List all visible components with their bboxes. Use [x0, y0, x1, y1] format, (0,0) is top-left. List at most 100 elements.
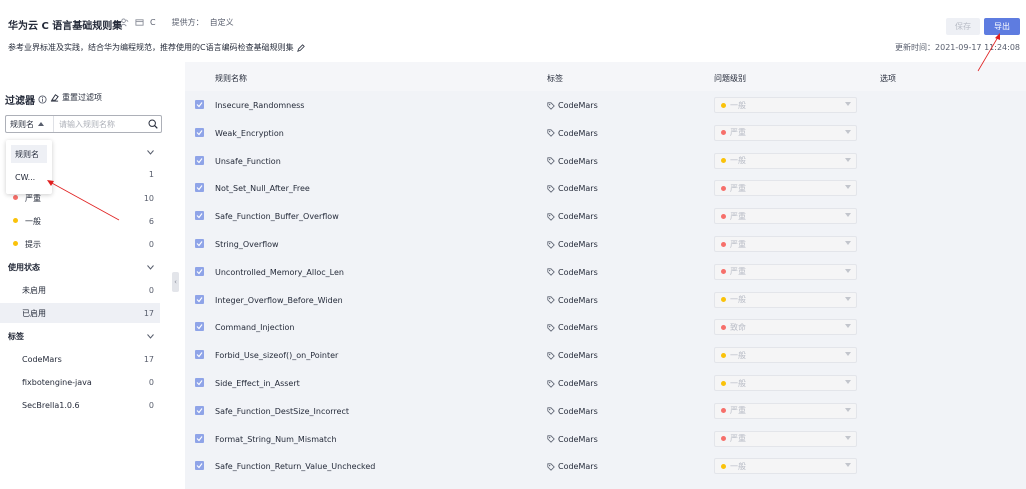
search-select-value: 规则名 — [10, 119, 34, 129]
rule-tag[interactable]: CodeMars — [547, 129, 598, 138]
severity-select[interactable]: 致命 — [714, 319, 857, 336]
severity-select[interactable]: 严重 — [714, 180, 857, 197]
severity-select[interactable]: 严重 — [714, 236, 857, 252]
row-checkbox[interactable] — [195, 350, 204, 360]
tag-count: 17 — [143, 354, 154, 364]
severity-select[interactable]: 一般 — [714, 347, 857, 364]
check-icon — [196, 213, 203, 219]
caret-down-icon — [845, 268, 851, 273]
severity-select[interactable]: 严重 — [714, 402, 857, 419]
search-icon — [148, 119, 158, 129]
export-button[interactable]: 导出 — [984, 18, 1020, 35]
sidebar-collapse-handle[interactable]: ‹ — [172, 272, 179, 292]
severity-count: 10 — [143, 193, 154, 203]
check-icon — [196, 352, 203, 358]
rule-tag[interactable]: CodeMars — [547, 212, 598, 221]
tag-icon — [547, 213, 555, 221]
row-checkbox[interactable] — [195, 461, 204, 471]
rule-tag[interactable]: CodeMars — [547, 462, 598, 471]
table-row[interactable]: Insecure_Randomness CodeMars 一般 — [185, 91, 1026, 119]
table-row[interactable]: Side_Effect_in_Assert CodeMars 一般 — [185, 369, 1026, 397]
severity-select[interactable]: 一般 — [714, 375, 857, 391]
table-row[interactable]: Unsafe_Function CodeMars 一般 — [185, 147, 1026, 175]
severity-select[interactable]: 一般 — [714, 152, 857, 169]
severity-dot — [721, 185, 726, 191]
row-checkbox[interactable] — [195, 378, 204, 387]
severity-select[interactable]: 严重 — [714, 430, 857, 447]
save-button[interactable]: 保存 — [946, 18, 980, 35]
row-checkbox[interactable] — [195, 294, 204, 304]
table-row[interactable]: String_Overflow CodeMars 严重 — [185, 230, 1026, 258]
row-checkbox[interactable] — [195, 100, 204, 109]
row-checkbox[interactable] — [195, 405, 204, 415]
row-checkbox[interactable] — [195, 211, 204, 221]
table-row[interactable]: Safe_Function_Buffer_Overflow CodeMars 严重 — [185, 202, 1026, 230]
tag-item-fixbotengine-java[interactable]: fixbotengine-java 0 — [0, 372, 160, 392]
rule-tag[interactable]: CodeMars — [547, 184, 598, 193]
severity-dot — [721, 324, 726, 330]
severity-select[interactable]: 严重 — [714, 263, 857, 280]
table-row[interactable]: Weak_Encryption CodeMars 严重 — [185, 119, 1026, 147]
table-row[interactable]: Command_Injection CodeMars 致命 — [185, 313, 1026, 341]
status-section-header[interactable]: 使用状态 — [0, 257, 160, 277]
tag-item-secbrella[interactable]: SecBrella1.0.6 0 — [0, 395, 160, 415]
table-row[interactable]: Safe_Function_Return_Value_Unchecked Code… — [185, 452, 1026, 480]
severity-item-normal[interactable]: 一般 6 — [0, 211, 160, 231]
rule-tag[interactable]: CodeMars — [547, 157, 598, 166]
row-checkbox[interactable] — [195, 433, 204, 443]
severity-select[interactable]: 一般 — [714, 458, 857, 475]
severity-label: 一般 — [25, 216, 41, 226]
severity-select[interactable]: 严重 — [714, 124, 857, 141]
rule-tag[interactable]: CodeMars — [547, 323, 598, 332]
tag-label: fixbotengine-java — [22, 377, 92, 387]
table-row[interactable]: Not_Set_Null_After_Free CodeMars 严重 — [185, 174, 1026, 202]
check-icon — [196, 129, 203, 136]
severity-select-value: 致命 — [730, 322, 746, 332]
table-row[interactable]: Forbid_Use_sizeof()_on_Pointer CodeMars 一般 — [185, 341, 1026, 369]
page-title: 华为云 C 语言基础规则集 — [8, 21, 123, 32]
tag-label: SecBrella1.0.6 — [22, 400, 80, 410]
status-item-disabled[interactable]: 未启用 0 — [0, 280, 160, 300]
caret-down-icon — [845, 380, 851, 384]
rule-name: Uncontrolled_Memory_Alloc_Len — [215, 267, 344, 277]
row-checkbox[interactable] — [195, 183, 204, 193]
rule-tag-label: CodeMars — [558, 434, 598, 444]
table-row[interactable]: Uncontrolled_Memory_Alloc_Len CodeMars 严重 — [185, 258, 1026, 286]
table-row[interactable]: Safe_Function_DestSize_Incorrect CodeMars… — [185, 397, 1026, 425]
row-checkbox[interactable] — [195, 155, 204, 165]
table-row[interactable]: Integer_Overflow_Before_Widen CodeMars 一般 — [185, 286, 1026, 314]
row-checkbox[interactable] — [195, 266, 204, 276]
rule-tag[interactable]: CodeMars — [547, 268, 598, 277]
rule-name: Weak_Encryption — [215, 128, 284, 138]
rule-tag[interactable]: CodeMars — [547, 296, 598, 305]
rule-tag[interactable]: CodeMars — [547, 407, 598, 416]
users-icon — [120, 18, 129, 27]
dropdown-option-rule-name[interactable]: 规则名 — [11, 145, 47, 163]
row-checkbox[interactable] — [195, 322, 204, 332]
severity-item-hint[interactable]: 提示 0 — [0, 234, 160, 254]
severity-select[interactable]: 严重 — [714, 208, 857, 225]
severity-select[interactable]: 一般 — [714, 97, 857, 113]
rule-tag[interactable]: CodeMars — [547, 351, 598, 360]
caret-up-icon — [38, 122, 44, 126]
info-icon[interactable] — [38, 95, 47, 104]
search-button[interactable] — [145, 116, 161, 132]
row-checkbox[interactable] — [195, 239, 204, 248]
reset-filter-button[interactable]: 重置过滤项 — [50, 92, 102, 103]
rule-tag[interactable]: CodeMars — [547, 435, 598, 444]
tag-item-codemars[interactable]: CodeMars 17 — [0, 349, 160, 369]
dropdown-option-cwe[interactable]: CW... — [11, 168, 47, 186]
severity-select[interactable]: 一般 — [714, 291, 857, 308]
row-checkbox[interactable] — [195, 127, 204, 137]
status-item-enabled[interactable]: 已启用 17 — [0, 303, 160, 323]
edit-icon[interactable] — [296, 43, 305, 52]
search-field-select[interactable]: 规则名 — [6, 116, 54, 132]
rule-tag[interactable]: CodeMars — [547, 379, 598, 388]
rule-tag[interactable]: CodeMars — [547, 101, 598, 110]
table-row[interactable]: Format_String_Num_Mismatch CodeMars 严重 — [185, 425, 1026, 453]
reset-filter-label: 重置过滤项 — [62, 93, 102, 102]
tags-section-header[interactable]: 标签 — [0, 326, 160, 346]
rule-tag[interactable]: CodeMars — [547, 240, 598, 249]
status-section-title: 使用状态 — [8, 262, 40, 272]
search-input[interactable] — [54, 117, 145, 131]
